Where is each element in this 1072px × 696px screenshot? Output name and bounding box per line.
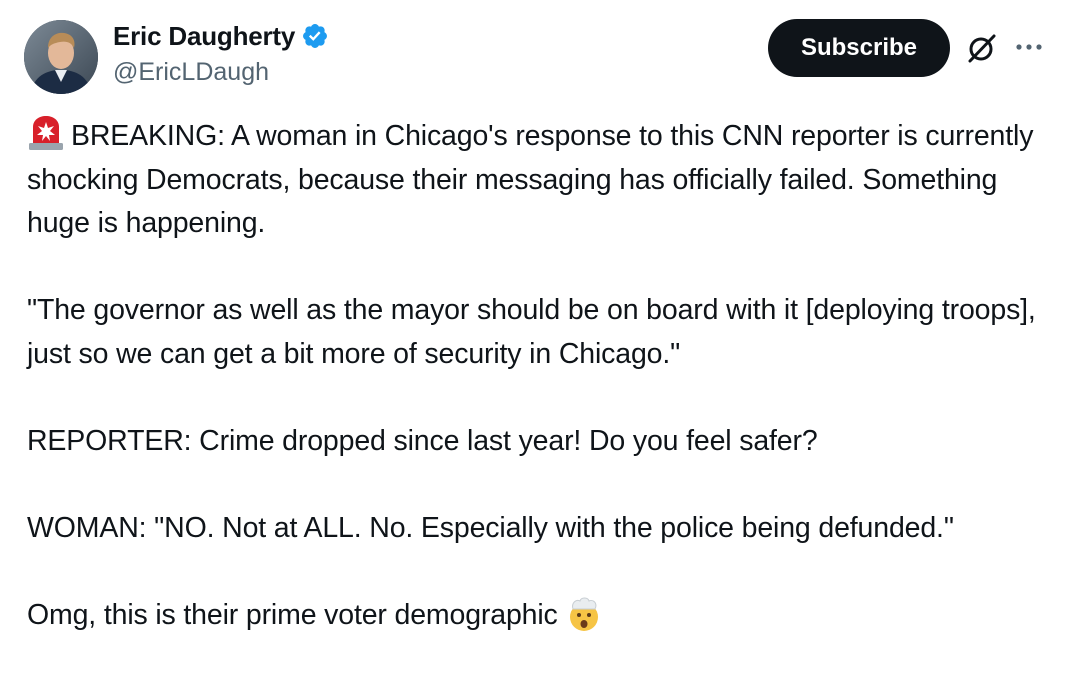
author-block: Eric Daugherty @EricLDaugh xyxy=(113,18,329,87)
display-name[interactable]: Eric Daugherty xyxy=(113,21,295,52)
tweet-paragraph: REPORTER: Crime dropped since last year!… xyxy=(27,420,1057,464)
tweet-paragraph: Omg, this is their prime voter demograph… xyxy=(27,594,1057,638)
paragraph-text: Omg, this is their prime voter demograph… xyxy=(27,598,558,631)
grok-icon[interactable] xyxy=(964,30,1000,66)
paragraph-text: "The governor as well as the mayor shoul… xyxy=(27,294,1036,370)
more-icon[interactable] xyxy=(1014,34,1044,60)
tweet-card: Eric Daugherty @EricLDaugh Subscribe BRE… xyxy=(0,0,1072,696)
tweet-paragraph: "The governor as well as the mayor shoul… xyxy=(27,289,1057,376)
tweet-text: BREAKING: A woman in Chicago's response … xyxy=(27,115,1057,637)
avatar-image xyxy=(24,20,98,94)
tweet-paragraph: BREAKING: A woman in Chicago's response … xyxy=(27,115,1057,246)
paragraph-text: BREAKING: A woman in Chicago's response … xyxy=(27,120,1034,239)
subscribe-button[interactable]: Subscribe xyxy=(768,19,950,77)
rotating-light-emoji xyxy=(29,116,63,150)
verified-badge-icon[interactable] xyxy=(301,22,329,50)
paragraph-text: REPORTER: Crime dropped since last year!… xyxy=(27,424,818,457)
handle[interactable]: @EricLDaugh xyxy=(113,58,329,87)
exploding-head-emoji xyxy=(569,597,598,631)
tweet-paragraph: WOMAN: "NO. Not at ALL. No. Especially w… xyxy=(27,507,1057,551)
paragraph-text: WOMAN: "NO. Not at ALL. No. Especially w… xyxy=(27,511,954,544)
name-row: Eric Daugherty xyxy=(113,18,329,54)
avatar[interactable] xyxy=(24,20,98,94)
